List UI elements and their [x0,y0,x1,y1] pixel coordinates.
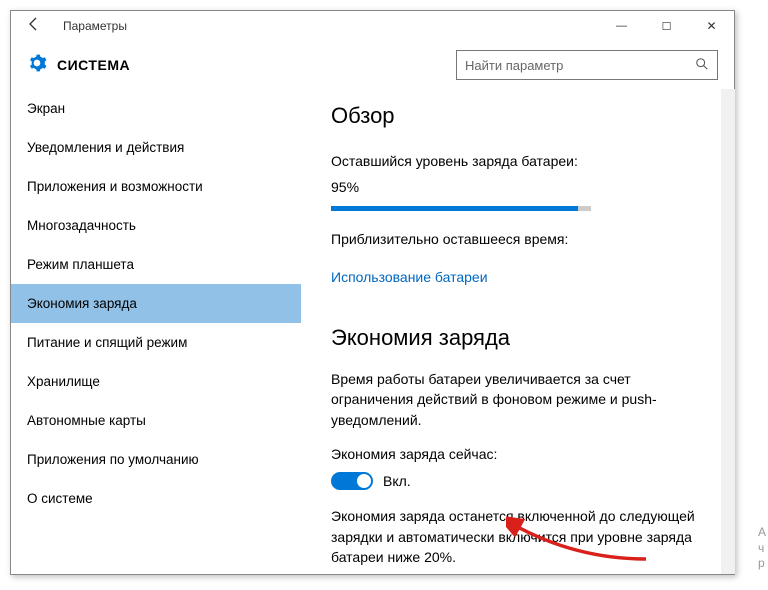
titlebar: Параметры [11,11,734,41]
back-button[interactable] [19,16,49,37]
sidebar-item-display[interactable]: Экран [11,89,301,128]
sidebar-item-tablet[interactable]: Режим планшета [11,245,301,284]
sidebar-item-storage[interactable]: Хранилище [11,362,301,401]
search-input[interactable]: Найти параметр [456,50,718,80]
search-placeholder: Найти параметр [465,58,695,73]
battery-saver-toggle-row: Вкл. [331,472,710,490]
battery-saver-note: Экономия заряда останется включенной до … [331,506,710,567]
cropped-side-text: Ачр [758,525,766,572]
sidebar: Экран Уведомления и действия Приложения … [11,89,301,574]
minimize-button[interactable] [599,11,644,41]
battery-saver-heading: Экономия заряда [331,325,710,351]
header: СИСТЕМА Найти параметр [11,41,734,89]
search-icon [695,57,709,74]
page-title: СИСТЕМА [57,57,130,73]
battery-progress [331,206,591,211]
sidebar-item-offline-maps[interactable]: Автономные карты [11,401,301,440]
battery-remaining-label: Оставшийся уровень заряда батареи: [331,151,710,171]
battery-saver-toggle[interactable] [331,472,373,490]
sidebar-item-apps[interactable]: Приложения и возможности [11,167,301,206]
sidebar-item-power[interactable]: Питание и спящий режим [11,323,301,362]
settings-window: Параметры СИСТЕМА Найти параметр Экран У… [10,10,735,575]
toggle-knob [357,474,371,488]
battery-remaining-value: 95% [331,177,710,197]
body: Экран Уведомления и действия Приложения … [11,89,734,574]
window-controls [599,11,734,41]
sidebar-item-default-apps[interactable]: Приложения по умолчанию [11,440,301,479]
sidebar-item-multitasking[interactable]: Многозадачность [11,206,301,245]
scrollbar[interactable] [721,89,735,574]
battery-usage-link[interactable]: Использование батареи [331,267,488,287]
sidebar-item-battery-saver[interactable]: Экономия заряда [11,284,301,323]
toggle-state-label: Вкл. [383,473,411,489]
battery-progress-fill [331,206,578,211]
close-button[interactable] [689,11,734,41]
content: Обзор Оставшийся уровень заряда батареи:… [301,89,734,574]
battery-saver-now-label: Экономия заряда сейчас: [331,444,710,464]
battery-saver-description: Время работы батареи увеличивается за сч… [331,369,710,430]
sidebar-item-notifications[interactable]: Уведомления и действия [11,128,301,167]
window-title: Параметры [63,19,127,33]
overview-heading: Обзор [331,103,710,129]
maximize-button[interactable] [644,11,689,41]
gear-icon [27,53,47,78]
time-remaining-label: Приблизительно оставшееся время: [331,229,710,249]
sidebar-item-about[interactable]: О системе [11,479,301,518]
